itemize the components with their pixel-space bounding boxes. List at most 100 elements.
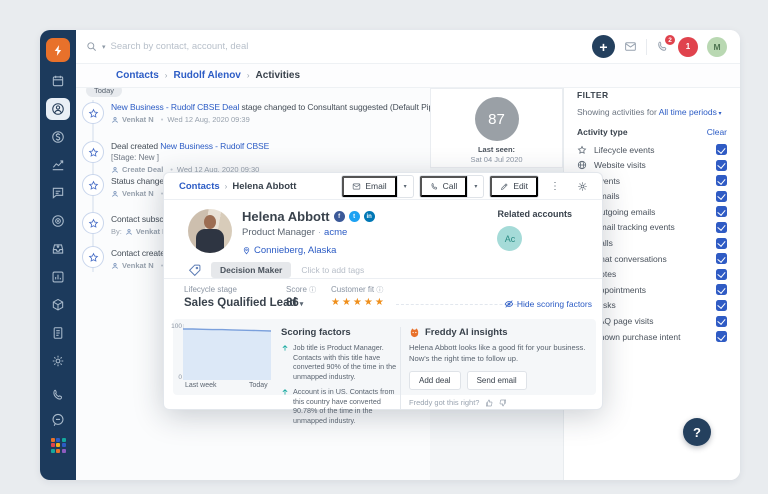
quick-add-button[interactable]: + [592, 35, 615, 58]
email-inbox-button[interactable] [624, 40, 637, 53]
search-scope-caret[interactable]: ▾ [102, 43, 106, 51]
facebook-icon[interactable]: f [334, 211, 345, 222]
tag-icon [188, 264, 201, 277]
call-caret-button[interactable]: ▾ [467, 176, 483, 197]
edit-button[interactable]: Edit [490, 176, 538, 197]
bolt-icon [52, 44, 65, 57]
person-icon [125, 228, 133, 236]
help-button[interactable]: ? [683, 418, 711, 446]
filter-item[interactable]: Website visits [577, 160, 727, 171]
call-button[interactable]: Call [420, 176, 468, 197]
person-icon [111, 262, 119, 270]
checkbox[interactable] [716, 206, 727, 217]
modal-breadcrumb-contacts[interactable]: Contacts [179, 181, 220, 192]
time-period-dropdown[interactable]: All time periods [659, 107, 722, 117]
add-tags-field[interactable]: Click to add tags [301, 265, 364, 275]
phone-icon [51, 388, 65, 402]
search-icon[interactable] [86, 41, 97, 52]
breadcrumb: Contacts › Rudolf Alenov › Activities [76, 64, 740, 88]
checkbox[interactable] [716, 331, 727, 342]
sidebar-phone-button[interactable] [46, 386, 70, 404]
y-axis-max-label: 100 [171, 323, 182, 330]
call-notifications-button[interactable]: 2 [656, 40, 669, 53]
sidebar-item-analytics[interactable] [46, 154, 70, 176]
checkbox[interactable] [716, 269, 727, 280]
checkbox[interactable] [716, 144, 727, 155]
breadcrumb-contacts[interactable]: Contacts [116, 70, 159, 81]
sidebar-item-dashboard[interactable] [46, 210, 70, 232]
hide-scoring-factors-link[interactable]: Hide scoring factors [504, 299, 592, 309]
notifications-button[interactable]: 1 [678, 37, 698, 57]
linkedin-icon[interactable]: in [364, 211, 375, 222]
plus-icon: + [599, 40, 607, 54]
sidebar-item-deals[interactable] [46, 126, 70, 148]
customer-fit-rating: ★★★★★ [331, 297, 386, 308]
topbar: ▾ + 2 1 M [76, 30, 740, 64]
related-account-avatar[interactable]: Ac [497, 226, 522, 251]
star-icon [88, 108, 99, 119]
chevron-right-icon: › [165, 71, 168, 80]
breadcrumb-contact-name[interactable]: Rudolf Alenov [173, 70, 240, 81]
checkbox[interactable] [716, 253, 727, 264]
info-icon[interactable]: ⓘ [376, 287, 383, 294]
more-options-button[interactable]: ⋮ [544, 177, 566, 195]
contact-summary: Helena Abbott f t in Product Manager·acm… [164, 200, 602, 279]
lifecycle-event-marker [82, 102, 104, 124]
tag-chip[interactable]: Decision Maker [211, 262, 291, 278]
chat-icon [51, 186, 65, 200]
checkbox[interactable] [716, 284, 727, 295]
user-avatar[interactable]: M [707, 37, 727, 57]
checkbox[interactable] [716, 238, 727, 249]
sidebar-item-conversations[interactable] [46, 182, 70, 204]
email-caret-button[interactable]: ▾ [397, 176, 413, 197]
checkbox[interactable] [716, 300, 727, 311]
lifecycle-event-marker [82, 174, 104, 196]
call-badge: 2 [665, 35, 675, 45]
lifecycle-event-marker [82, 212, 104, 234]
arrow-up-icon [281, 344, 289, 352]
deal-link[interactable]: New Business - Rudolf CBSE Deal [111, 102, 239, 112]
sidebar-item-settings[interactable] [46, 350, 70, 372]
sidebar-chat-button[interactable] [46, 411, 70, 429]
document-icon [51, 326, 65, 340]
target-icon [51, 214, 65, 228]
info-icon[interactable]: ⓘ [309, 287, 316, 294]
freddy-icon [409, 327, 420, 338]
checkbox[interactable] [716, 191, 727, 202]
freddy-insight-text: Helena Abbott looks like a good fit for … [409, 343, 589, 364]
inbox-icon [51, 242, 65, 256]
sidebar-item-inbox[interactable] [46, 238, 70, 260]
add-deal-button[interactable]: Add deal [409, 371, 461, 390]
modal-breadcrumb-name: Helena Abbott [232, 181, 296, 192]
twitter-icon[interactable]: t [349, 211, 360, 222]
clear-filters-link[interactable]: Clear [707, 127, 727, 137]
apps-launcher-button[interactable] [46, 436, 70, 454]
deal-link[interactable]: New Business - Rudolf CBSE [160, 141, 269, 151]
freddy-title: Freddy AI insights [425, 327, 508, 338]
search-input[interactable] [111, 41, 351, 52]
last-seen-label: Last seen: [431, 145, 562, 154]
contacts-icon [51, 102, 65, 116]
checkbox[interactable] [716, 222, 727, 233]
checkbox[interactable] [716, 316, 727, 327]
contact-location-link[interactable]: Connieberg, Alaska [242, 245, 336, 256]
freshsales-logo[interactable] [46, 38, 70, 62]
email-button[interactable]: Email [342, 176, 396, 197]
sidebar-item-reports[interactable] [46, 266, 70, 288]
globe-icon [577, 160, 587, 170]
pencil-icon [500, 182, 509, 191]
sidebar-item-contacts[interactable] [46, 98, 70, 120]
checkbox[interactable] [716, 160, 727, 171]
company-link[interactable]: acme [324, 227, 347, 238]
thumbs-up-icon[interactable] [485, 399, 493, 407]
person-icon [111, 166, 119, 174]
sidebar-item-products[interactable] [46, 294, 70, 316]
filter-item[interactable]: Lifecycle events [577, 144, 727, 155]
sidebar-item-documents[interactable] [46, 322, 70, 344]
send-email-button[interactable]: Send email [467, 371, 527, 390]
checkbox[interactable] [716, 175, 727, 186]
modal-settings-button[interactable] [571, 177, 594, 195]
thumbs-down-icon[interactable] [499, 399, 507, 407]
sidebar-item-calendar[interactable] [46, 70, 70, 92]
line-chart-icon [51, 158, 65, 172]
